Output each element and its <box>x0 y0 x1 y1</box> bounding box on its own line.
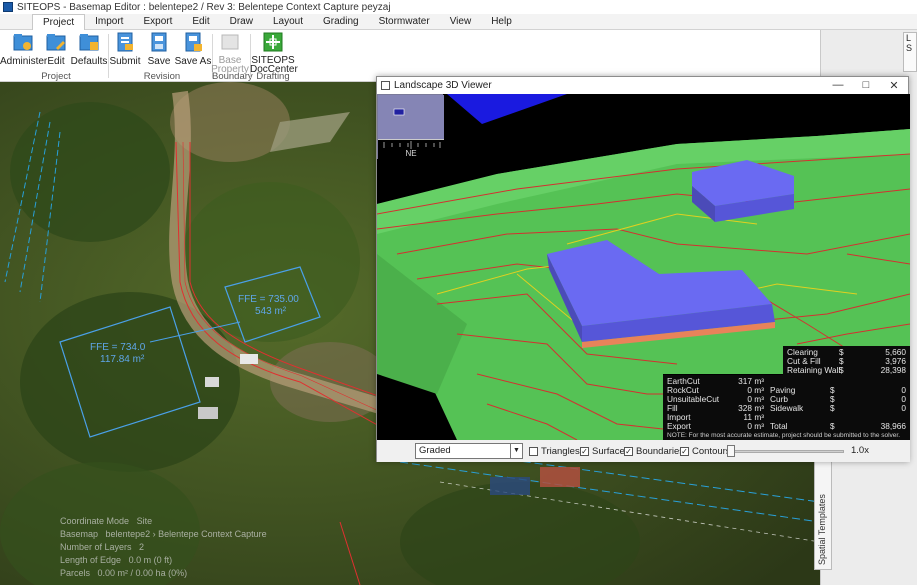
tab-import[interactable]: Import <box>85 14 133 30</box>
tab-view[interactable]: View <box>440 14 482 30</box>
checkbox-box: ✓ <box>580 447 589 456</box>
ffe-label-1: FFE = 735.00 <box>238 294 299 305</box>
surface-mode-select[interactable]: Graded ▼ <box>415 443 523 459</box>
zoom-level: 1.0x <box>851 445 869 456</box>
tab-stormwater[interactable]: Stormwater <box>369 14 440 30</box>
viewer-app-icon <box>381 81 390 90</box>
ffe-label-2: FFE = 734.0 <box>90 342 146 353</box>
tab-draw[interactable]: Draw <box>220 14 263 30</box>
status-row: Length of Edge 0.0 m (0 ft) <box>60 555 173 565</box>
estimate-note: NOTE: For the most accurate estimate, pr… <box>667 432 901 439</box>
checkbox-box: ✓ <box>680 447 689 456</box>
status-row: Parcels 0.00 m² / 0.00 ha (0%) <box>60 568 188 578</box>
base-property-button[interactable]: Base Property <box>207 32 253 75</box>
status-row: Number of Layers 2 <box>60 542 145 552</box>
area-label-1: 543 m² <box>255 306 287 317</box>
zoom-slider-thumb[interactable] <box>727 445 735 457</box>
save-as-icon <box>183 32 203 52</box>
save-label: Save <box>147 56 171 67</box>
tab-edit[interactable]: Edit <box>182 14 219 30</box>
tab-grading[interactable]: Grading <box>313 14 369 30</box>
folder-gear-icon <box>13 32 33 52</box>
base-property-icon <box>220 32 240 52</box>
compass-scale <box>378 139 444 149</box>
status-row: Coordinate Mode Site <box>60 516 153 526</box>
viewer-toolbar: Graded ▼ Triangles ✓ Surface ✓ Boundaries … <box>377 440 910 462</box>
3d-scene[interactable]: NE Clearing $5,660 Cut & Fill $3,976 Retai… <box>377 94 910 440</box>
viewer-title-bar[interactable]: Landscape 3D Viewer — □ ✕ <box>377 77 908 94</box>
compass-direction: NE <box>378 149 444 160</box>
doccenter-icon <box>263 32 283 52</box>
zoom-slider-track[interactable] <box>731 450 844 453</box>
landscape-3d-viewer-window[interactable]: Landscape 3D Viewer — □ ✕ NE Clearing $ … <box>376 76 910 462</box>
tab-help[interactable]: Help <box>481 14 522 30</box>
contours-checkbox[interactable]: ✓ Contours <box>680 446 731 457</box>
maximize-icon[interactable]: □ <box>852 79 880 92</box>
chevron-down-icon[interactable]: ▼ <box>510 444 522 458</box>
checkbox-box: ✓ <box>624 447 633 456</box>
surface-mode-value: Graded <box>419 445 451 456</box>
save-icon <box>149 32 169 52</box>
minimize-icon[interactable]: — <box>824 79 852 92</box>
status-row: Basemap belentepe2 › Belentepe Context C… <box>60 529 267 539</box>
volume-summary-panel: EarthCut 317 m³ RockCut 0 m³ Paving $0 Unsui… <box>663 375 910 440</box>
volume-row: Fill 328 m³ Sidewalk $0 <box>667 403 906 413</box>
close-icon[interactable]: ✕ <box>880 79 908 92</box>
right-ribbon-button[interactable]: L S <box>903 32 917 72</box>
ribbon: Administer Edit Defaults Project Submit … <box>0 30 917 82</box>
doccenter-button[interactable]: SITEOPS DocCenter <box>250 32 298 75</box>
document-submit-icon <box>115 32 135 52</box>
spatial-templates-tab[interactable]: Spatial Templates <box>814 460 832 570</box>
title-bar: SITEOPS - Basemap Editor : belentepe2 / … <box>0 0 917 14</box>
surface-checkbox[interactable]: ✓ Surface <box>580 446 625 457</box>
edit-label: Edit <box>47 56 65 67</box>
area-label-2: 117.84 m² <box>100 354 145 365</box>
folder-defaults-icon <box>79 32 99 52</box>
compass-widget[interactable]: NE <box>377 94 444 160</box>
viewer-title: Landscape 3D Viewer <box>394 80 492 91</box>
group-label-revision: Revision <box>143 71 181 82</box>
cost-row: Retaining Wall $28,398 <box>787 365 906 375</box>
folder-edit-icon <box>46 32 66 52</box>
menu-tabs: Project Import Export Edit Draw Layout G… <box>0 14 917 31</box>
group-label-project: Project <box>41 71 71 82</box>
siteops-logo-icon <box>3 2 13 12</box>
group-label-boundary: Boundary <box>212 71 253 82</box>
tab-export[interactable]: Export <box>133 14 182 30</box>
spatial-templates-label: Spatial Templates <box>817 494 827 565</box>
checkbox-box <box>529 447 538 456</box>
save-as-label: Save As <box>174 56 212 67</box>
compass-minimap <box>378 95 444 139</box>
group-label-drafting: Drafting <box>256 71 290 82</box>
tab-project[interactable]: Project <box>32 14 86 31</box>
volume-row: Export 0 m³ Total $38,966 <box>667 421 906 431</box>
boundaries-checkbox[interactable]: ✓ Boundaries <box>624 446 684 457</box>
tab-layout[interactable]: Layout <box>263 14 313 30</box>
window-title: SITEOPS - Basemap Editor : belentepe2 / … <box>17 1 391 13</box>
triangles-checkbox[interactable]: Triangles <box>529 446 580 457</box>
